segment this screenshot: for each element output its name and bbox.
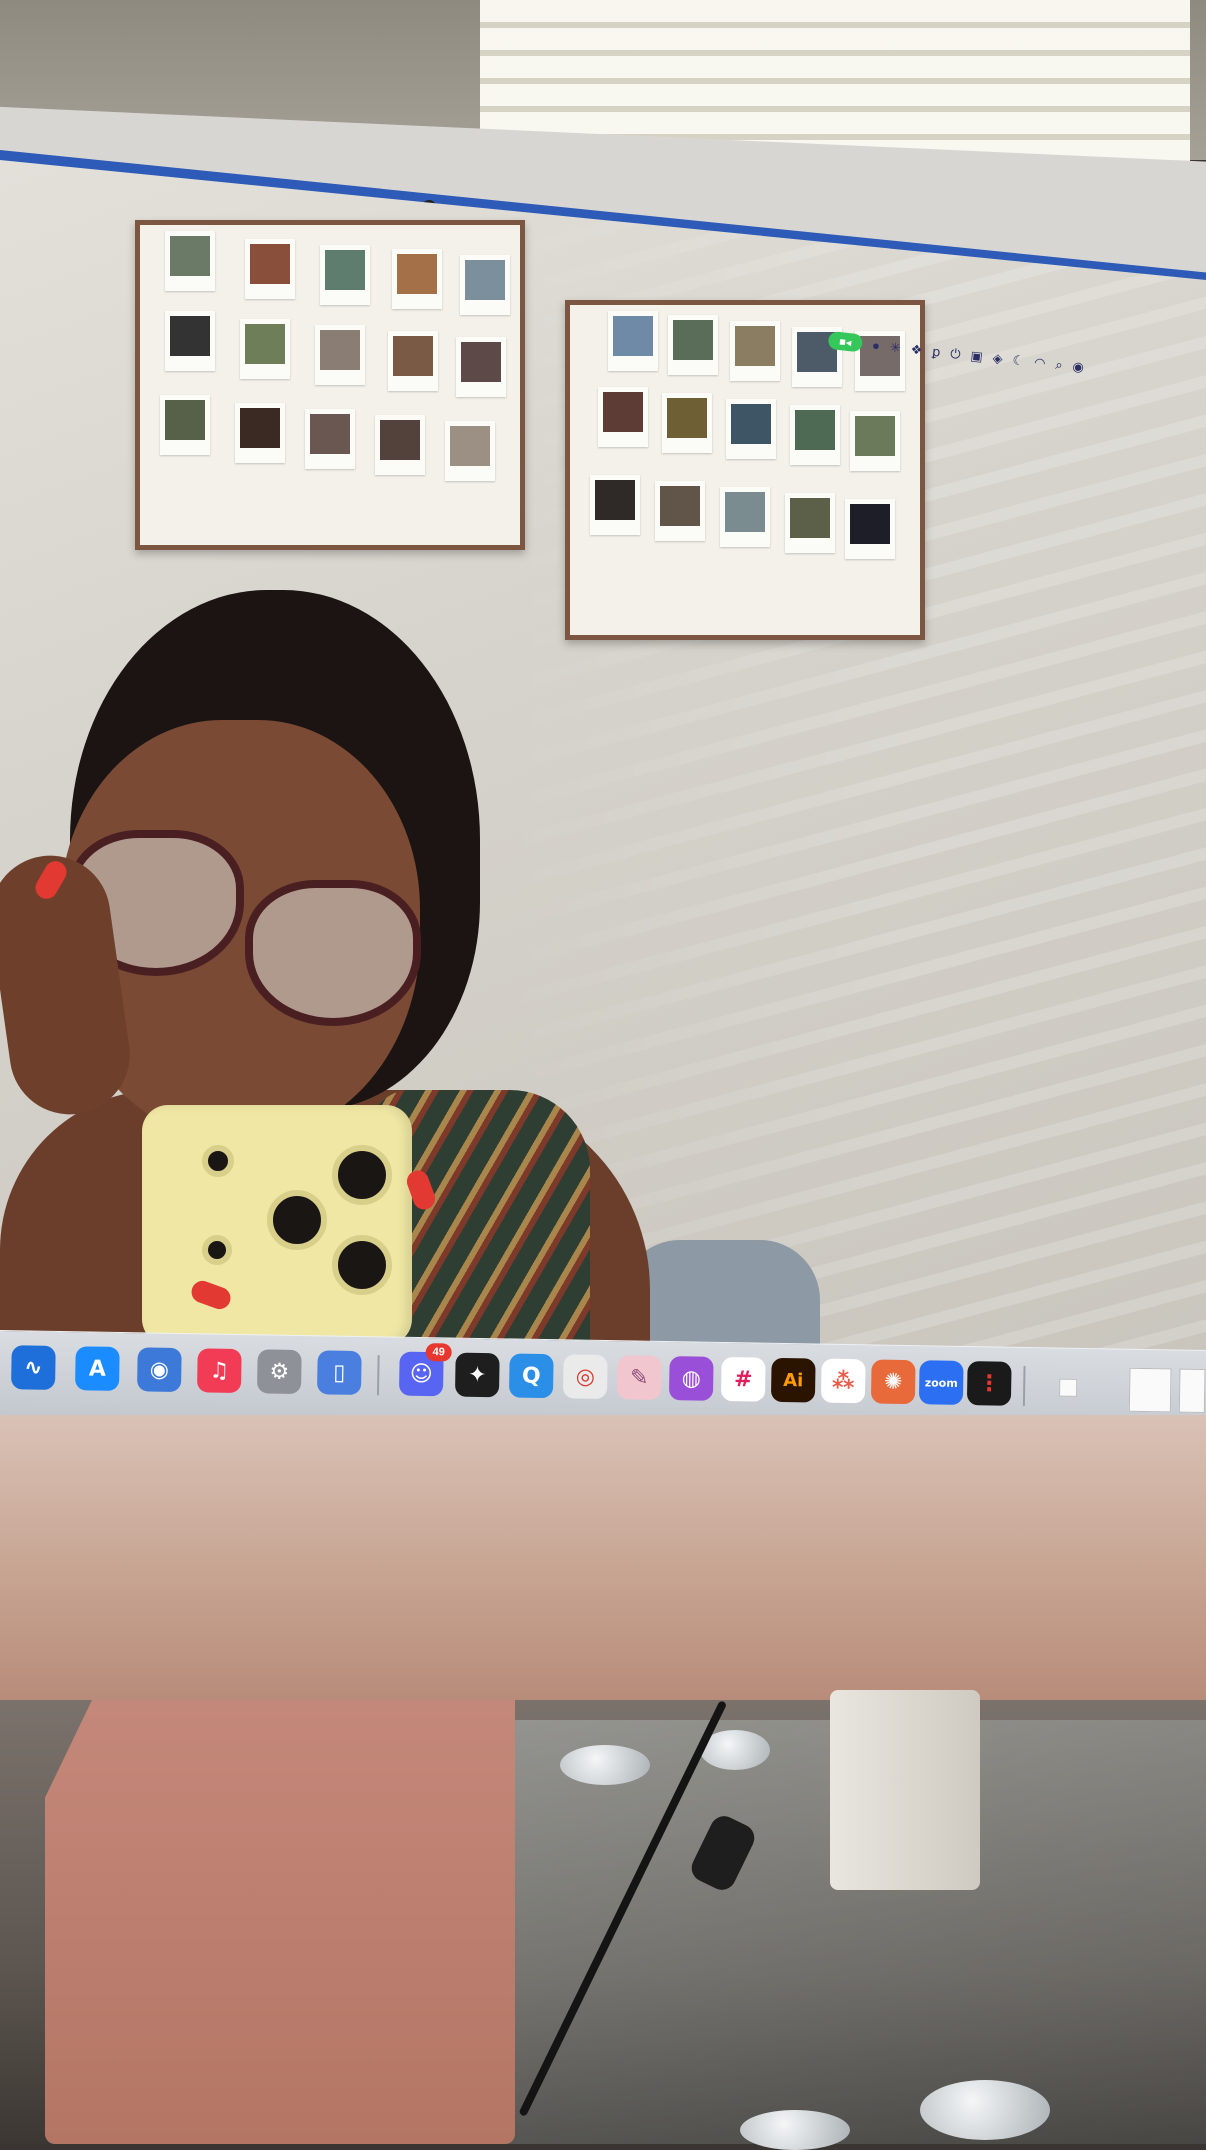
compass-icon[interactable]: ◈ xyxy=(992,350,1004,366)
document-thumbnail[interactable] xyxy=(1059,1378,1078,1397)
phone-lens xyxy=(332,1235,392,1295)
photo-frame-left xyxy=(135,220,525,550)
facetime-icon[interactable]: ■◂ xyxy=(827,330,864,353)
music-icon[interactable]: ♫ xyxy=(196,1348,242,1394)
phone-lens xyxy=(267,1190,327,1250)
desk-foot xyxy=(740,2110,850,2150)
freeform-icon[interactable]: ∿ xyxy=(11,1345,56,1390)
dropbox-icon[interactable]: ❖ xyxy=(910,341,923,357)
app-store-icon[interactable]: A xyxy=(75,1346,120,1391)
moon-icon[interactable]: ☾ xyxy=(1012,352,1025,368)
phone-lens xyxy=(332,1145,392,1205)
discord-icon[interactable]: ☺ 49 xyxy=(398,1343,452,1397)
phone-flash xyxy=(202,1145,234,1177)
speaker xyxy=(830,1690,980,1890)
desk-foot xyxy=(920,2080,1050,2140)
zoom-icon[interactable]: zoom xyxy=(918,1360,964,1405)
podcasts-icon[interactable]: ◍ xyxy=(668,1356,714,1401)
phone-mic xyxy=(202,1235,232,1265)
control-center-icon[interactable]: ● xyxy=(871,337,880,353)
monitor-stand xyxy=(45,1700,515,2144)
desk-foot xyxy=(560,1745,650,1785)
screens-icon[interactable]: ◉ xyxy=(137,1347,182,1393)
figma-icon[interactable]: ✦ xyxy=(454,1352,500,1398)
slack-icon[interactable]: # xyxy=(720,1356,766,1402)
glasses-right-lens xyxy=(245,880,421,1026)
system-settings-icon[interactable]: ⚙ xyxy=(256,1349,302,1394)
document-thumbnail[interactable] xyxy=(1128,1367,1172,1413)
notes-app-icon[interactable]: ✎ xyxy=(616,1355,662,1400)
dots-app-icon[interactable]: ⁂ xyxy=(820,1358,866,1404)
quicktime-icon[interactable]: Q xyxy=(508,1353,554,1399)
notification-badge: 49 xyxy=(425,1343,452,1362)
monitor-chin xyxy=(0,1415,1206,1700)
chrome-icon[interactable]: ◎ xyxy=(562,1354,608,1400)
siri-icon[interactable]: ◉ xyxy=(1072,358,1085,374)
phone xyxy=(142,1105,412,1345)
search-icon[interactable]: ⌕ xyxy=(1055,356,1064,372)
dock-divider xyxy=(376,1355,380,1396)
wifi-icon[interactable]: ◠ xyxy=(1033,354,1046,370)
power-icon[interactable]: ⏻ xyxy=(950,345,962,361)
illustrator-icon[interactable]: Ai xyxy=(770,1357,816,1403)
photos-icon[interactable]: ▣ xyxy=(970,347,984,363)
dock-divider xyxy=(1022,1365,1026,1407)
voice-memos-icon[interactable]: ⋮ xyxy=(966,1361,1012,1406)
trash-icon[interactable] xyxy=(1178,1368,1206,1413)
claude-icon[interactable]: ✺ xyxy=(870,1359,916,1405)
pocket-icon[interactable]: ꝑ xyxy=(931,343,941,359)
simulator-icon[interactable]: ▯ xyxy=(316,1350,362,1395)
asterisk-icon[interactable]: ✳ xyxy=(889,339,901,355)
